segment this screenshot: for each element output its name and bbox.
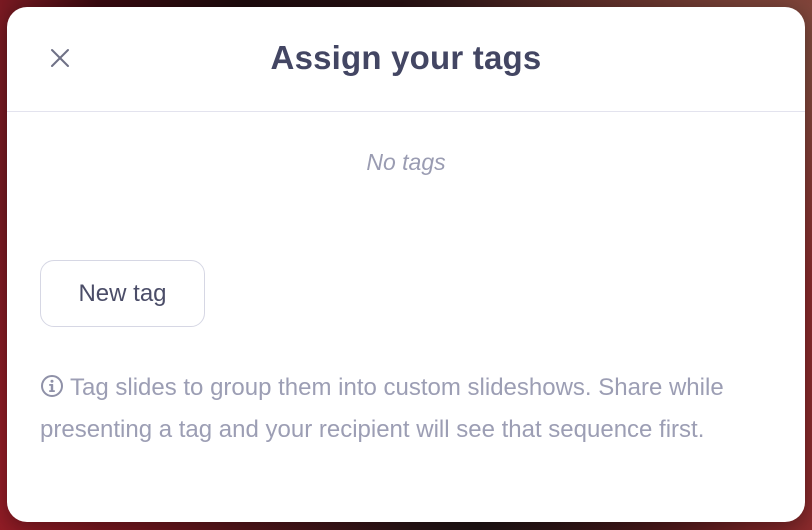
assign-tags-dialog: Assign your tags No tags New tag Tag sli… <box>7 7 805 522</box>
dialog-title: Assign your tags <box>270 39 542 76</box>
no-tags-message: No tags <box>366 149 446 175</box>
info-circle-icon <box>40 372 64 411</box>
dialog-header: Assign your tags <box>7 7 805 112</box>
new-tag-button[interactable]: New tag <box>40 260 205 327</box>
info-text: Tag slides to group them into custom sli… <box>40 374 724 443</box>
info-message: Tag slides to group them into custom sli… <box>40 369 780 449</box>
